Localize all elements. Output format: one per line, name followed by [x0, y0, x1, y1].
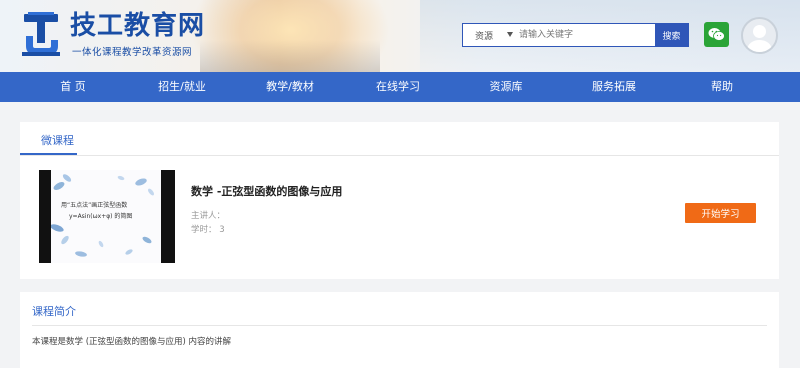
course-card: 微课程 用“五点法”画正弦型函数 y=Asin(ωx+φ) 的简图 数学 -正弦…: [20, 122, 779, 279]
thumbnail-text-line1: 用“五点法”画正弦型函数: [61, 202, 128, 209]
tab-micro-course[interactable]: 微课程: [41, 132, 74, 148]
course-hours: 学时： 3: [191, 223, 225, 235]
intro-text: 本课程是数学 (正弦型函数的图像与应用) 内容的讲解: [32, 337, 232, 347]
nav-item-resources[interactable]: 资源库: [490, 72, 523, 102]
caret-down-icon: [507, 32, 513, 37]
thumbnail-text-line2: y=Asin(ωx+φ) 的简图: [69, 213, 133, 220]
lecturer-label: 主讲人：: [191, 211, 226, 221]
intro-divider: [32, 325, 767, 326]
search-bar: 资源 搜索: [462, 23, 689, 47]
nav-item-services[interactable]: 服务拓展: [592, 72, 636, 102]
course-title[interactable]: 数学 -正弦型函数的图像与应用: [191, 183, 342, 199]
start-learning-button[interactable]: 开始学习: [685, 203, 756, 223]
search-button[interactable]: 搜索: [655, 24, 688, 46]
avatar-silhouette-icon: [747, 25, 772, 52]
course-intro-card: 课程简介 本课程是数学 (正弦型函数的图像与应用) 内容的讲解: [20, 292, 779, 368]
intro-title: 课程简介: [32, 305, 76, 318]
site-subtitle: 一体化课程教学改革资源网: [72, 47, 193, 58]
site-title[interactable]: 技工教育网: [70, 11, 205, 41]
nav-item-admissions[interactable]: 招生/就业: [158, 72, 206, 102]
site-header: 技工教育网 一体化课程教学改革资源网 资源 搜索: [0, 0, 800, 72]
nav-item-help[interactable]: 帮助: [711, 72, 733, 102]
search-scope-label: 资源: [475, 31, 494, 42]
wechat-icon[interactable]: [704, 22, 729, 47]
hours-label: 学时：: [191, 225, 217, 235]
nav-item-teaching[interactable]: 教学/教材: [266, 72, 314, 102]
user-avatar-icon[interactable]: [741, 17, 778, 54]
banner-road: [200, 40, 380, 72]
tab-active-indicator: [20, 153, 77, 155]
search-scope-select[interactable]: 资源: [463, 24, 515, 46]
course-thumbnail[interactable]: 用“五点法”画正弦型函数 y=Asin(ωx+φ) 的简图: [39, 170, 175, 263]
hours-value: 3: [219, 225, 225, 235]
main-nav: 首 页 招生/就业 教学/教材 在线学习 资源库 服务拓展 帮助: [0, 72, 800, 102]
wechat-glyph-icon: [708, 28, 725, 41]
nav-item-online-learning[interactable]: 在线学习: [376, 72, 420, 102]
jigong-logo-icon[interactable]: [20, 12, 62, 58]
nav-item-home[interactable]: 首 页: [60, 72, 86, 102]
tab-divider: [20, 155, 779, 156]
search-input[interactable]: [515, 24, 655, 46]
thumbnail-slide: 用“五点法”画正弦型函数 y=Asin(ωx+φ) 的简图: [51, 170, 161, 263]
